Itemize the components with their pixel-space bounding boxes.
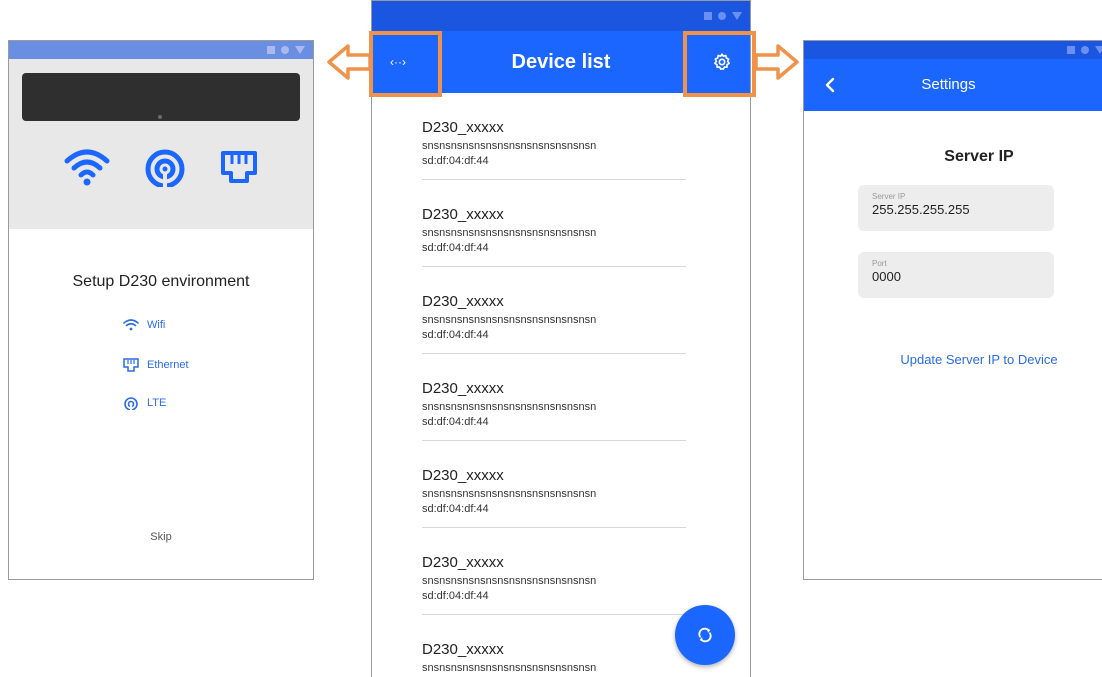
field-label: Port bbox=[872, 259, 887, 268]
option-ethernet[interactable]: Ethernet bbox=[123, 358, 189, 372]
network-icon bbox=[1095, 46, 1102, 54]
device-serial: snsnsnsnsnsnsnsnsnsnsnsnsnsnsn bbox=[422, 575, 597, 587]
device-mac: sd:df:04:df:44 bbox=[422, 416, 489, 428]
list-item[interactable]: D230_xxxxx snsnsnsnsnsnsnsnsnsnsnsnsnsns… bbox=[422, 441, 686, 528]
signal-icon bbox=[267, 46, 275, 54]
option-label: LTE bbox=[147, 397, 167, 409]
skip-button[interactable]: Skip bbox=[9, 531, 313, 543]
device-serial: snsnsnsnsnsnsnsnsnsnsnsnsnsnsn bbox=[422, 314, 597, 326]
option-wifi[interactable]: Wifi bbox=[123, 319, 165, 331]
device-name: D230_xxxxx bbox=[422, 206, 504, 223]
battery-dot-icon bbox=[281, 46, 289, 54]
update-server-ip-button[interactable]: Update Server IP to Device bbox=[854, 352, 1102, 367]
section-title: Server IP bbox=[944, 148, 1014, 165]
device-serial: snsnsnsnsnsnsnsnsnsnsnsnsnsnsn bbox=[422, 662, 597, 674]
lte-icon bbox=[143, 147, 187, 192]
device-name: D230_xxxxx bbox=[422, 467, 504, 484]
list-item[interactable]: D230_xxxxx snsnsnsnsnsnsnsnsnsnsnsnsnsns… bbox=[422, 615, 686, 677]
port-input[interactable]: 0000 bbox=[872, 269, 1054, 284]
device-name: D230_xxxxx bbox=[422, 641, 504, 658]
list-item[interactable]: D230_xxxxx snsnsnsnsnsnsnsnsnsnsnsnsnsns… bbox=[422, 93, 686, 180]
device-list-screen: Device list ‹··› D230_xxxxx snsnsnsnsnsn… bbox=[371, 0, 751, 677]
refresh-icon bbox=[698, 627, 712, 643]
network-icon bbox=[295, 46, 305, 54]
status-bar bbox=[9, 41, 313, 59]
option-label: Ethernet bbox=[147, 359, 189, 371]
setup-screen: Setup D230 environment Wifi Ethernet LTE… bbox=[8, 40, 314, 580]
list-item[interactable]: D230_xxxxx snsnsnsnsnsnsnsnsnsnsnsnsnsns… bbox=[422, 528, 686, 615]
battery-dot-icon bbox=[1081, 46, 1089, 54]
device-serial: snsnsnsnsnsnsnsnsnsnsnsnsnsnsn bbox=[422, 227, 597, 239]
device-name: D230_xxxxx bbox=[422, 554, 504, 571]
highlight-box-left bbox=[369, 31, 442, 97]
list-item[interactable]: D230_xxxxx snsnsnsnsnsnsnsnsnsnsnsnsnsns… bbox=[422, 267, 686, 354]
lte-icon bbox=[124, 397, 138, 410]
app-bar: Settings bbox=[804, 59, 1102, 111]
device-serial: snsnsnsnsnsnsnsnsnsnsnsnsnsnsn bbox=[422, 401, 597, 413]
ethernet-icon bbox=[123, 358, 139, 372]
network-icon bbox=[732, 12, 742, 20]
device-mac: sd:df:04:df:44 bbox=[422, 329, 489, 341]
server-ip-field[interactable]: Server IP 255.255.255.255 bbox=[858, 185, 1054, 231]
device-name: D230_xxxxx bbox=[422, 380, 504, 397]
page-title: Settings bbox=[921, 76, 976, 93]
device-mac: sd:df:04:df:44 bbox=[422, 242, 489, 254]
setup-title: Setup D230 environment bbox=[72, 273, 250, 290]
battery-dot-icon bbox=[718, 12, 726, 20]
connection-icons bbox=[9, 147, 313, 192]
device-image bbox=[22, 73, 300, 121]
arrow-left-icon bbox=[327, 44, 372, 80]
device-name: D230_xxxxx bbox=[422, 119, 504, 136]
list-item[interactable]: D230_xxxxx snsnsnsnsnsnsnsnsnsnsnsnsnsns… bbox=[422, 354, 686, 441]
ethernet-icon bbox=[219, 147, 259, 192]
highlight-box-right bbox=[683, 31, 756, 97]
status-bar bbox=[804, 41, 1102, 59]
device-mac: sd:df:04:df:44 bbox=[422, 590, 489, 602]
option-lte[interactable]: LTE bbox=[123, 396, 166, 410]
wifi-icon bbox=[123, 319, 139, 331]
device-serial: snsnsnsnsnsnsnsnsnsnsnsnsnsnsn bbox=[422, 140, 597, 152]
signal-icon bbox=[1067, 46, 1075, 54]
signal-icon bbox=[704, 12, 712, 20]
option-label: Wifi bbox=[147, 319, 166, 331]
port-field[interactable]: Port 0000 bbox=[858, 252, 1054, 298]
device-list: D230_xxxxx snsnsnsnsnsnsnsnsnsnsnsnsnsns… bbox=[372, 93, 750, 677]
device-mac: sd:df:04:df:44 bbox=[422, 503, 489, 515]
device-mac: sd:df:04:df:44 bbox=[422, 155, 489, 167]
wifi-icon bbox=[63, 147, 111, 192]
status-bar bbox=[372, 1, 750, 31]
list-item[interactable]: D230_xxxxx snsnsnsnsnsnsnsnsnsnsnsnsnsns… bbox=[422, 180, 686, 267]
refresh-button[interactable] bbox=[675, 605, 735, 665]
device-serial: snsnsnsnsnsnsnsnsnsnsnsnsnsnsn bbox=[422, 488, 597, 500]
server-ip-input[interactable]: 255.255.255.255 bbox=[872, 202, 1054, 217]
device-name: D230_xxxxx bbox=[422, 293, 504, 310]
field-label: Server IP bbox=[872, 192, 906, 201]
settings-screen: Settings Server IP Server IP 255.255.255… bbox=[803, 40, 1102, 580]
device-hero bbox=[9, 59, 313, 229]
arrow-right-icon bbox=[754, 44, 799, 80]
